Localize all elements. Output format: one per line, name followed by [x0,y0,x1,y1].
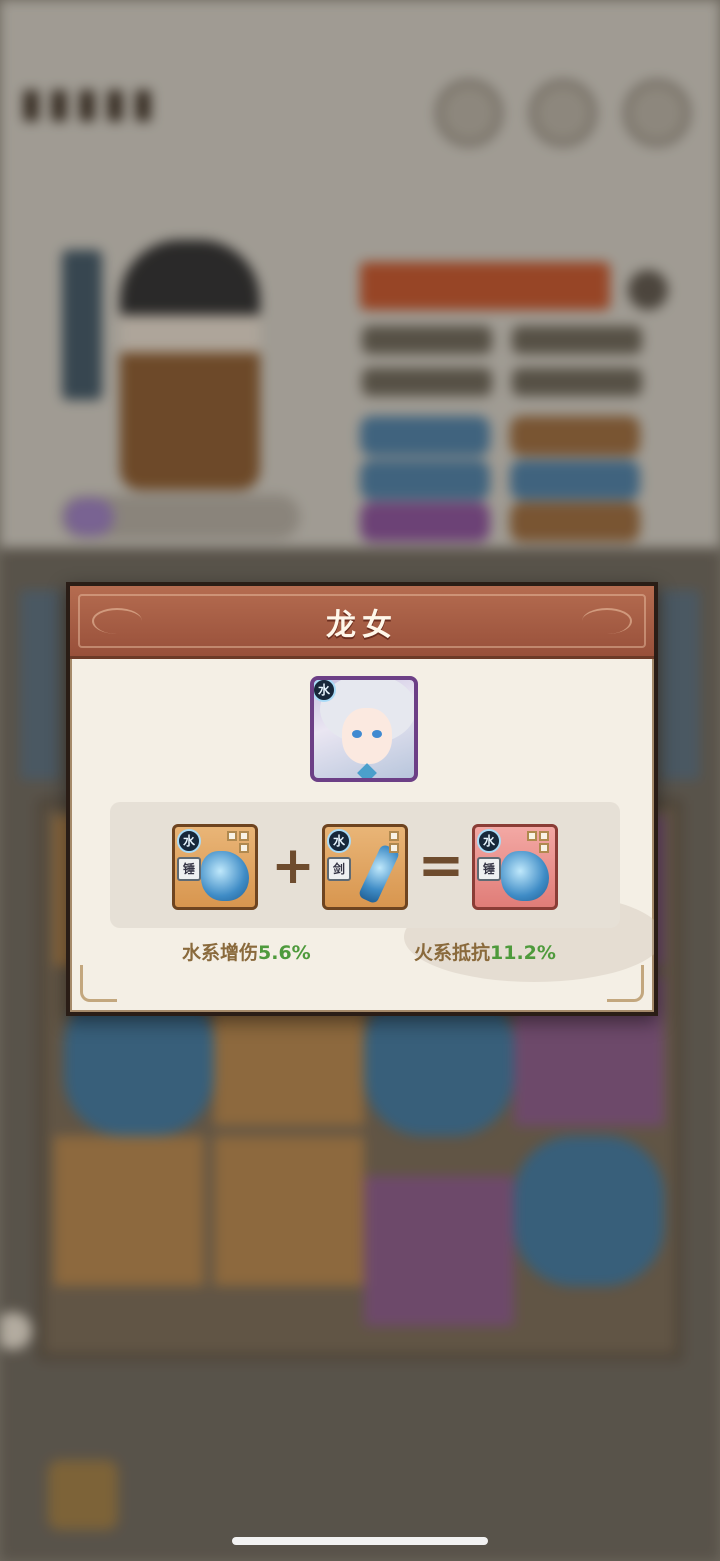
water-hammer-icon [201,851,249,901]
corner-ornament-icon [607,965,644,1002]
grid-size-icon [227,831,251,855]
effect-value: 5.6% [258,942,311,964]
effect-label: 水系增伤 [182,942,259,964]
effect-water-damage: 水系增伤5.6% [182,938,311,965]
recipe-result[interactable]: 水 锤 [472,824,558,910]
weapon-type-badge: 剑 [327,857,351,881]
synthesis-recipe: 水 锤 + 水 剑 = 水 锤 [110,802,620,928]
grid-size-icon [527,831,551,855]
corner-ornament-icon [80,965,117,1002]
weapon-type-badge: 锤 [477,857,501,881]
recipe-input-b[interactable]: 水 剑 [322,824,408,910]
weapon-type-badge: 锤 [177,857,201,881]
water-element-badge: 水 [314,680,336,702]
effect-fire-resist: 火系抵抗11.2% [414,938,556,965]
water-dragon-hammer-icon [501,851,549,901]
dialog-title: 龙女 [326,608,398,643]
home-indicator[interactable] [232,1537,488,1545]
recipe-input-a[interactable]: 水 锤 [172,824,258,910]
dialog-header: 龙女 [70,586,654,659]
grid-size-icon [377,831,401,855]
synthesis-dialog: 龙女 水 水 锤 + 水 剑 = 水 锤 水系增伤5.6% 火系抵抗11.2% [66,582,658,1016]
water-element-badge: 水 [477,829,501,853]
water-element-badge: 水 [177,829,201,853]
equals-sign: = [417,833,465,898]
hero-portrait[interactable]: 水 [310,676,418,782]
effect-value: 11.2% [490,942,556,964]
effect-label: 火系抵抗 [414,942,491,964]
plus-sign: + [271,836,315,896]
water-element-badge: 水 [327,829,351,853]
